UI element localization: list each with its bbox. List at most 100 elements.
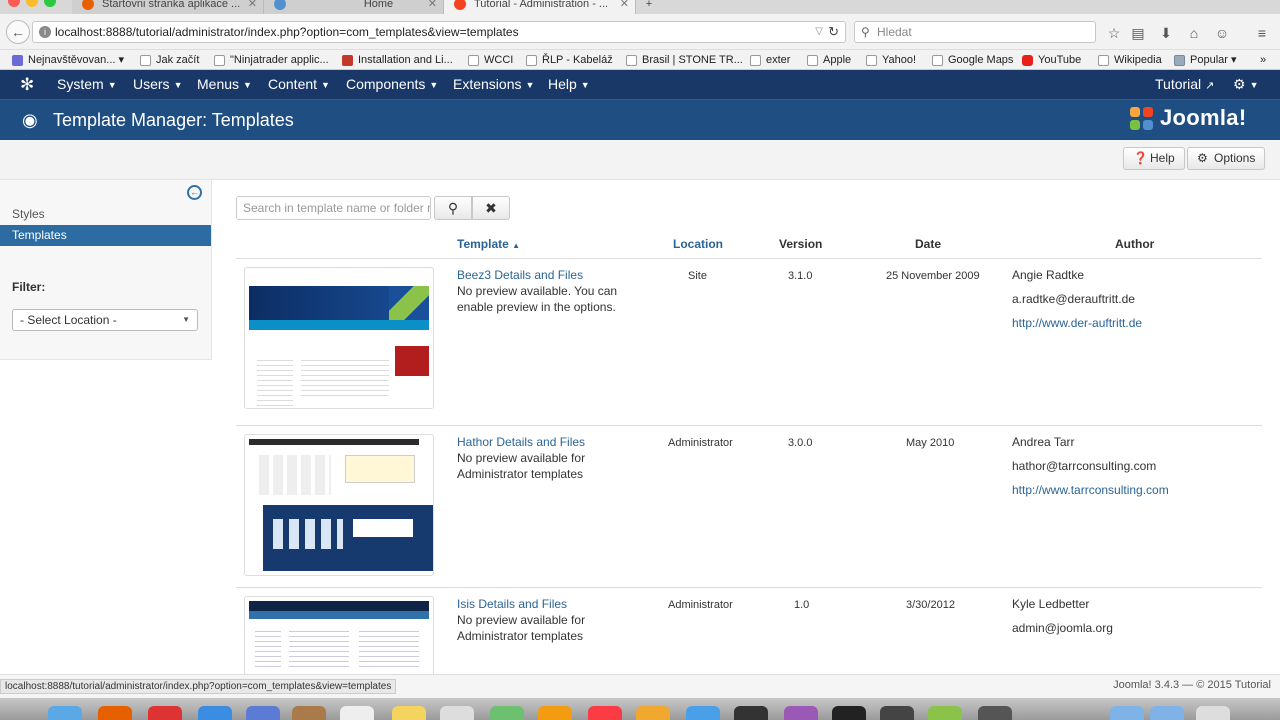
more-bookmarks-icon[interactable]: » bbox=[1260, 52, 1266, 68]
app-icon[interactable] bbox=[734, 706, 768, 720]
back-button[interactable]: ← bbox=[6, 20, 30, 44]
bookmark-item[interactable]: "Ninjatrader applic... bbox=[214, 52, 329, 68]
search-input[interactable]: Search in template name or folder name bbox=[236, 196, 431, 220]
app-icon[interactable] bbox=[246, 706, 280, 720]
bookmark-item[interactable]: Installation and Li... bbox=[342, 52, 453, 68]
help-button[interactable]: ❓ Help bbox=[1123, 147, 1185, 170]
firefox-icon[interactable] bbox=[98, 706, 132, 720]
hamburger-menu-icon[interactable]: ≡ bbox=[1254, 25, 1270, 41]
menu-extensions[interactable]: Extensions ▼ bbox=[453, 76, 534, 92]
reload-icon[interactable]: ↻ bbox=[828, 22, 839, 42]
bookmark-item[interactable]: Popular ▾ bbox=[1174, 52, 1237, 68]
search-field[interactable]: ⚲ Hledat bbox=[854, 21, 1096, 43]
close-tab-icon[interactable]: ✕ bbox=[428, 0, 437, 12]
template-thumbnail[interactable] bbox=[244, 267, 434, 409]
app-icon[interactable] bbox=[148, 706, 182, 720]
location-select[interactable]: - Select Location - ▼ bbox=[12, 309, 198, 331]
site-link[interactable]: Tutorial ↗ bbox=[1155, 76, 1214, 92]
app-icon[interactable] bbox=[978, 706, 1012, 720]
template-thumbnail[interactable] bbox=[244, 434, 434, 576]
photos-icon[interactable] bbox=[538, 706, 572, 720]
close-tab-icon[interactable]: ✕ bbox=[620, 0, 629, 12]
author-email: hathor@tarrconsulting.com bbox=[1012, 459, 1157, 473]
bookmark-item[interactable]: Apple bbox=[807, 52, 851, 68]
admin-navbar: ✻ System ▼ Users ▼ Menus ▼ Content ▼ Compone… bbox=[0, 70, 1280, 99]
template-name-link[interactable]: Beez3 Details and Files bbox=[457, 267, 583, 283]
app-icon[interactable] bbox=[636, 706, 670, 720]
hover-url: localhost:8888/tutorial/administrator/in… bbox=[0, 679, 397, 694]
column-template[interactable]: Template ▲ bbox=[457, 237, 520, 251]
star-icon[interactable]: ☆ bbox=[1106, 25, 1122, 41]
app-icon[interactable] bbox=[440, 706, 474, 720]
folder-icon[interactable] bbox=[1110, 706, 1144, 720]
bookmark-item[interactable]: WCCI bbox=[468, 52, 513, 68]
collapse-sidebar-icon[interactable]: ← bbox=[187, 185, 202, 200]
calendar-icon[interactable] bbox=[340, 706, 374, 720]
menu-system[interactable]: System ▼ bbox=[57, 76, 117, 92]
author-url-link[interactable]: http://www.tarrconsulting.com bbox=[1012, 482, 1169, 498]
bookmark-item[interactable]: Google Maps bbox=[932, 52, 1013, 68]
sidebar-item-templates[interactable]: Templates bbox=[0, 225, 211, 246]
template-thumbnail[interactable] bbox=[244, 596, 434, 674]
bookmark-item[interactable]: exter bbox=[750, 52, 790, 68]
search-button[interactable]: ⚲ bbox=[434, 196, 472, 220]
app-icon[interactable] bbox=[490, 706, 524, 720]
terminal-icon[interactable] bbox=[832, 706, 866, 720]
bookmarks-bar: Nejnavštěvovan... ▾ Jak začít "Ninjatrad… bbox=[0, 50, 1280, 70]
app-icon[interactable] bbox=[292, 706, 326, 720]
menu-content[interactable]: Content ▼ bbox=[268, 76, 330, 92]
bookmark-item[interactable]: YouTube bbox=[1022, 52, 1081, 68]
options-button[interactable]: ⚙ Options bbox=[1187, 147, 1266, 170]
app-icon[interactable] bbox=[686, 706, 720, 720]
author-name: Kyle Ledbetter bbox=[1012, 597, 1090, 611]
notes-icon[interactable] bbox=[392, 706, 426, 720]
folder-icon[interactable] bbox=[1150, 706, 1184, 720]
chat-icon[interactable]: ☺ bbox=[1214, 25, 1230, 41]
bookmark-item[interactable]: Yahoo! bbox=[866, 52, 916, 68]
app-icon[interactable] bbox=[784, 706, 818, 720]
clear-button[interactable]: ✖ bbox=[472, 196, 510, 220]
app-icon[interactable] bbox=[928, 706, 962, 720]
sidebar-item-styles[interactable]: Styles bbox=[0, 204, 211, 225]
bookmark-item[interactable]: Brasil | STONE TR... bbox=[626, 52, 743, 68]
browser-tab[interactable]: Home ✕ bbox=[264, 0, 444, 14]
bookmark-item[interactable]: ŘLP - Kabeláž bbox=[526, 52, 613, 68]
trash-icon[interactable] bbox=[1196, 706, 1230, 720]
menu-help[interactable]: Help ▼ bbox=[548, 76, 590, 92]
author-url-link[interactable]: http://www.der-auftritt.de bbox=[1012, 315, 1142, 331]
safari-icon[interactable] bbox=[198, 706, 232, 720]
menu-menus[interactable]: Menus ▼ bbox=[197, 76, 252, 92]
reading-list-icon[interactable]: ▤ bbox=[1130, 25, 1146, 41]
page-header: ◉ Template Manager: Templates Joomla! bbox=[0, 99, 1280, 140]
address-bar[interactable]: i localhost:8888/tutorial/administrator/… bbox=[32, 21, 846, 43]
bookmark-item[interactable]: Wikipedia bbox=[1098, 52, 1162, 68]
search-icon: ⚲ bbox=[861, 25, 870, 39]
template-name-link[interactable]: Hathor Details and Files bbox=[457, 434, 585, 450]
close-tab-icon[interactable]: ✕ bbox=[248, 0, 257, 12]
menu-components[interactable]: Components ▼ bbox=[346, 76, 438, 92]
music-icon[interactable] bbox=[588, 706, 622, 720]
bookmark-item[interactable]: Jak začít bbox=[140, 52, 199, 68]
bookmark-item[interactable]: Nejnavštěvovan... ▾ bbox=[12, 52, 124, 68]
info-icon[interactable]: i bbox=[39, 26, 51, 38]
status-bar: localhost:8888/tutorial/administrator/in… bbox=[0, 674, 1280, 698]
column-location[interactable]: Location bbox=[673, 237, 723, 251]
new-tab-button[interactable]: + bbox=[636, 0, 662, 14]
menu-users[interactable]: Users ▼ bbox=[133, 76, 182, 92]
minimize-window-icon[interactable] bbox=[26, 0, 38, 7]
download-icon[interactable]: ⬇ bbox=[1158, 25, 1174, 41]
template-name-link[interactable]: Isis Details and Files bbox=[457, 596, 567, 612]
app-icon[interactable] bbox=[880, 706, 914, 720]
template-description: No preview available for Administrator t… bbox=[457, 613, 586, 643]
joomla-logo-icon[interactable]: ✻ bbox=[20, 75, 34, 95]
home-icon[interactable]: ⌂ bbox=[1186, 25, 1202, 41]
history-dropdown-icon[interactable]: ▽ bbox=[815, 22, 823, 42]
maximize-window-icon[interactable] bbox=[44, 0, 56, 7]
browser-tab[interactable]: Startovni stranka aplikace ... ✕ bbox=[72, 0, 264, 14]
browser-tab-active[interactable]: Tutorial - Administration - ... ✕ bbox=[444, 0, 636, 14]
user-settings-gear-icon[interactable]: ⚙ ▼ bbox=[1233, 76, 1258, 93]
finder-icon[interactable] bbox=[48, 706, 82, 720]
close-window-icon[interactable] bbox=[8, 0, 20, 7]
question-icon: ❓ bbox=[1133, 151, 1148, 165]
template-version: 3.1.0 bbox=[788, 270, 813, 282]
